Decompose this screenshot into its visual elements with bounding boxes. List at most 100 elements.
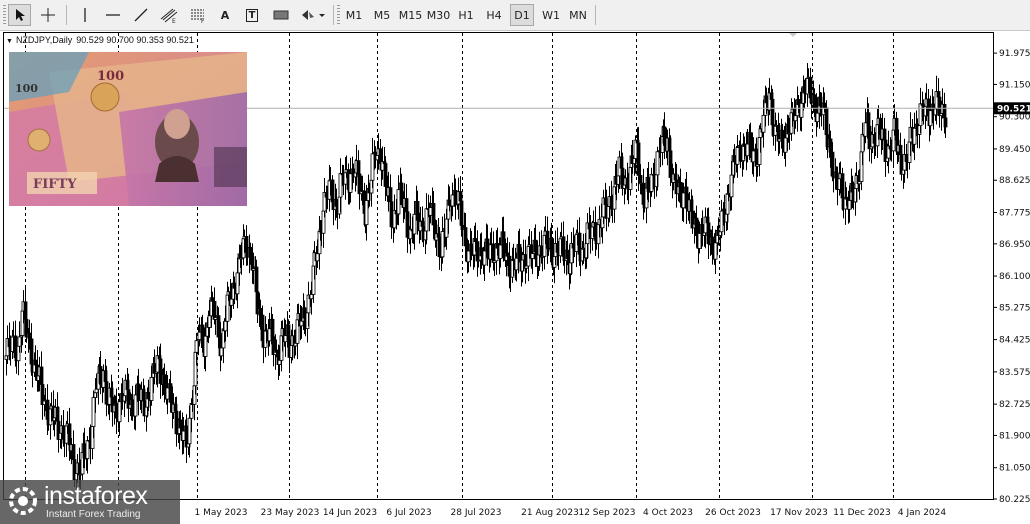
candle-bull [203, 335, 208, 357]
candle-bear [706, 222, 711, 245]
crosshair-icon[interactable] [36, 4, 60, 26]
candle-bear [485, 238, 490, 253]
y-tick-label: 91.975 [999, 49, 1030, 59]
candle-bull [681, 192, 686, 209]
candle-bull [181, 430, 186, 441]
candle-bull [17, 336, 22, 347]
candle-bull [91, 397, 96, 427]
toolbar-separator [333, 5, 334, 25]
candle-bear [104, 381, 109, 405]
candle-bear [200, 324, 205, 344]
text-label-icon[interactable]: T [242, 4, 262, 26]
chart-symbol: NZDJPY,Daily [15, 35, 73, 45]
candle-bull [482, 250, 487, 266]
timeframe-h4[interactable]: H4 [482, 4, 506, 26]
y-tick-label: 81.900 [999, 431, 1030, 441]
candle-bull [713, 242, 718, 260]
fibonacci-icon[interactable]: F [186, 4, 210, 26]
chart-ohlc: 90.529 90.700 90.353 90.521 [76, 35, 194, 45]
candle-bull [149, 376, 154, 401]
candle-bull [194, 340, 199, 353]
rectangle-icon[interactable] [269, 4, 293, 26]
candle-bear [216, 315, 221, 338]
timeframe-m30[interactable]: M30 [425, 4, 452, 26]
current-price-label: 90.521 [997, 104, 1030, 114]
candle-bull [428, 207, 433, 216]
candle-bear [943, 117, 948, 128]
candle-bear [565, 249, 570, 260]
trendline-icon[interactable] [130, 4, 152, 26]
candle-bull [223, 320, 228, 332]
candle-bear [710, 236, 715, 250]
candle-bull [283, 335, 288, 343]
chart-header: ▼ NZDJPY,Daily 90.529 90.700 90.353 90.521 [6, 35, 194, 45]
candle-bear [27, 332, 32, 340]
candle-bear [678, 181, 683, 199]
vertical-line-icon[interactable] [74, 4, 96, 26]
x-tick-label: 4 Jan 2024 [898, 508, 946, 518]
candle-bull [277, 359, 282, 365]
candle-bear [248, 246, 253, 257]
candle-bear [694, 217, 699, 237]
toolbar-separator [66, 5, 67, 25]
candle-bull [697, 232, 702, 249]
candle-bear [258, 308, 263, 316]
candle-bull [364, 200, 369, 226]
timeframe-m15[interactable]: M15 [397, 4, 424, 26]
candle-bull [412, 213, 417, 235]
candle-bear [232, 282, 237, 289]
text-label-glyph: T [245, 8, 259, 22]
candle-bull [133, 394, 138, 417]
candle-bear [114, 402, 119, 419]
candle-bear [668, 150, 673, 178]
candle-bear [684, 186, 689, 209]
candle-bull [783, 137, 788, 153]
candle-bull [649, 173, 654, 192]
candle-bear [136, 383, 141, 400]
candle-bull [918, 103, 923, 126]
candle-bull [187, 417, 192, 445]
candle-bull [912, 127, 917, 145]
y-tick-label: 85.275 [999, 303, 1030, 313]
candle-bear [389, 201, 394, 228]
candle-bull [396, 189, 401, 215]
timeframe-mn[interactable]: MN [566, 4, 590, 26]
cursor-icon[interactable] [8, 4, 31, 26]
text-icon[interactable]: A [215, 4, 235, 26]
candle-bull [815, 112, 820, 123]
timeframe-d1[interactable]: D1 [510, 4, 534, 26]
x-tick-label: 4 Oct 2023 [643, 508, 693, 518]
candle-bull [847, 200, 852, 210]
candle-bear [549, 238, 554, 252]
svg-text:E: E [172, 18, 176, 23]
x-tick-label: 14 Jun 2023 [323, 508, 377, 518]
horizontal-line-icon[interactable] [102, 4, 124, 26]
candle-bull [338, 173, 343, 198]
y-tick-label: 82.725 [999, 400, 1030, 410]
logo-mark-icon [9, 487, 37, 515]
candle-bull [424, 208, 429, 232]
chart-area[interactable]: 91.975 91.150 90.300 89.450 88.625 87.775 86.9… [0, 32, 1030, 524]
timeframe-m5[interactable]: M5 [370, 4, 394, 26]
toolbar: E F A T M1 M5 M15 M30 H1 H4 D1 W1 MN [0, 0, 1030, 31]
candle-bull [751, 150, 756, 163]
banknote-image: FIFTY 100 100 [9, 52, 247, 206]
x-tick-label: 21 Aug 2023 [521, 508, 579, 518]
toolbar-grip[interactable] [3, 5, 6, 25]
candle-bear [533, 239, 538, 253]
candle-bear [463, 227, 468, 247]
candle-bear [517, 244, 522, 258]
candle-bear [495, 243, 500, 249]
candle-bull [197, 331, 202, 340]
chart-menu-arrow-icon[interactable]: ▼ [6, 38, 13, 45]
x-tick-label: 23 May 2023 [261, 508, 320, 518]
shapes-dropdown-icon[interactable] [299, 4, 327, 26]
timeframe-m1[interactable]: M1 [342, 4, 366, 26]
timeframe-w1[interactable]: W1 [539, 4, 563, 26]
svg-text:FIFTY: FIFTY [33, 177, 77, 192]
toolbar-grip[interactable] [337, 5, 340, 25]
channel-icon[interactable]: E [157, 4, 181, 26]
timeframe-h1[interactable]: H1 [454, 4, 478, 26]
y-tick-label: 86.100 [999, 272, 1030, 282]
candle-bull [655, 151, 660, 176]
